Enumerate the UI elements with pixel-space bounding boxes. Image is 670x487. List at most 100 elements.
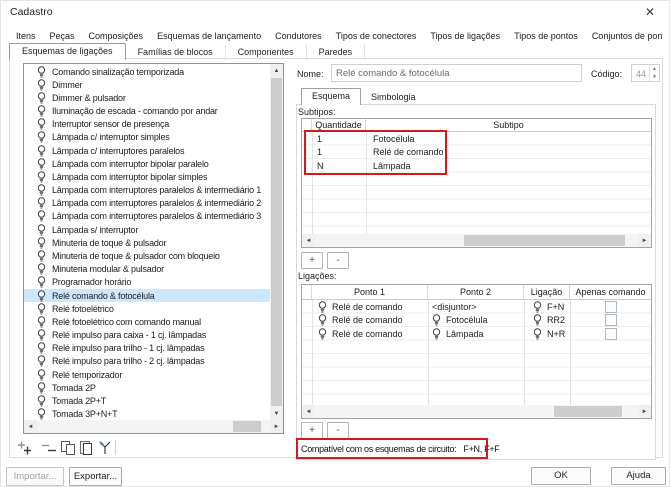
add-icon[interactable] [17, 440, 34, 456]
lightbulb-icon [37, 303, 46, 315]
spin-down-icon[interactable]: ▼ [650, 73, 659, 81]
spin-up-icon[interactable]: ▲ [650, 65, 659, 73]
tree-hscroll-track[interactable] [37, 420, 270, 433]
help-button[interactable]: Ajuda [611, 467, 666, 485]
apenas-comando-checkbox[interactable] [605, 314, 617, 326]
tree-item[interactable]: Programador horário [24, 276, 270, 289]
ligacoes-remove-button[interactable]: - [327, 422, 349, 439]
scroll-right-icon[interactable]: ► [638, 405, 651, 418]
ligacao-cell: N+R [524, 328, 570, 340]
tree-item[interactable]: Tomada 3P+N+T [24, 407, 270, 420]
subtipos-hscroll-thumb[interactable] [464, 235, 626, 246]
subtipos-hscroll-track[interactable] [315, 234, 638, 247]
tree-item[interactable]: Relé impulso para trilho - 2 cj. lâmpada… [24, 355, 270, 368]
tree-item[interactable]: Relé comando & fotocélula [24, 289, 270, 302]
quantidade-cell: 1 [312, 134, 366, 144]
tree-item[interactable]: Minuteria modular & pulsador [24, 263, 270, 276]
ligacoes-hscroll-thumb[interactable] [554, 406, 622, 417]
ligacoes-add-button[interactable]: + [301, 422, 323, 439]
apenas-comando-cell [570, 301, 651, 313]
tree-item[interactable]: Lâmpada c/ interruptor simples [24, 131, 270, 144]
main-tab[interactable]: Conjuntos de pontos [585, 29, 663, 43]
tree-item[interactable]: Minuteria de toque & pulsador [24, 236, 270, 249]
detail-tab[interactable]: Simbologia [361, 90, 426, 105]
tree-vscroll-thumb[interactable] [271, 78, 282, 406]
main-tab[interactable]: Esquemas de lançamento [150, 29, 268, 43]
tree-item[interactable]: Relé fotoelétrico com comando manual [24, 315, 270, 328]
lightbulb-icon [533, 314, 542, 326]
main-tab[interactable]: Tipos de conectores [329, 29, 424, 43]
ligacoes-row[interactable]: Relé de comando Lâmpada N+R [302, 327, 651, 341]
tree-item[interactable]: Tomada 2P [24, 381, 270, 394]
quantidade-cell: 1 [312, 147, 366, 157]
tree-item[interactable]: Tomada 2P+T [24, 394, 270, 407]
close-icon[interactable]: ✕ [645, 5, 655, 19]
scroll-down-icon[interactable]: ▼ [270, 407, 283, 420]
ligacoes-row[interactable]: Relé de comando Fotocélula RR2 [302, 314, 651, 328]
tree-item[interactable]: Dimmer [24, 78, 270, 91]
main-tab[interactable]: Composições [82, 29, 151, 43]
remove-icon[interactable] [41, 440, 58, 456]
tree-item[interactable]: Comando sinalização temporizada [24, 65, 270, 78]
scroll-right-icon[interactable]: ► [270, 420, 283, 433]
tree-item[interactable]: Lâmpada c/ interruptores paralelos [24, 144, 270, 157]
tree-item[interactable]: Relé impulso para caixa - 1 cj. lâmpadas [24, 328, 270, 341]
secondary-tab[interactable]: Paredes [307, 45, 366, 60]
tree-item[interactable]: Lâmpada com interruptor bipolar simples [24, 170, 270, 183]
tree-item[interactable]: Lâmpada com interruptores paralelos & in… [24, 210, 270, 223]
tree-item[interactable]: Lâmpada com interruptores paralelos & in… [24, 184, 270, 197]
scroll-left-icon[interactable]: ◄ [24, 420, 37, 433]
tree-item[interactable]: Lâmpada com interruptor bipolar paralelo [24, 157, 270, 170]
tree-item-label: Lâmpada c/ interruptores paralelos [52, 146, 184, 156]
tree-item[interactable]: Minuteria de toque & pulsador com bloque… [24, 249, 270, 262]
scroll-up-icon[interactable]: ▲ [270, 64, 283, 77]
tree-item[interactable]: Iluminação de escada - comando por andar [24, 105, 270, 118]
main-tab[interactable]: Tipos de pontos [507, 29, 585, 43]
tree-item[interactable]: Relé fotoelétrico [24, 302, 270, 315]
main-tab[interactable]: Condutores [268, 29, 329, 43]
secondary-tab[interactable]: Componentes [226, 45, 307, 60]
tree-item[interactable]: Lâmpada com interruptores paralelos & in… [24, 197, 270, 210]
copy-icon[interactable] [60, 440, 77, 456]
apenas-comando-checkbox[interactable] [605, 328, 617, 340]
ligacoes-hscroll-track[interactable] [315, 405, 638, 418]
subtipos-row[interactable]: N Lâmpada [302, 159, 651, 173]
import-button[interactable]: Importar... [6, 467, 64, 486]
scroll-left-icon[interactable]: ◄ [302, 405, 315, 418]
name-input[interactable] [331, 64, 582, 82]
export-button[interactable]: Exportar... [69, 467, 122, 486]
merge-icon[interactable] [97, 440, 114, 456]
code-spinner[interactable]: 44 ▲ ▼ [631, 64, 660, 82]
lightbulb-icon [37, 276, 46, 288]
ponto1-text: Relé de comando [332, 329, 403, 339]
spinner-arrows[interactable]: ▲ ▼ [649, 65, 659, 81]
tree-item[interactable]: Relé impulso para trilho - 1 cj. lâmpada… [24, 342, 270, 355]
subtipos-add-button[interactable]: + [301, 252, 323, 269]
lightbulb-icon [37, 210, 46, 222]
tree-vertical-scrollbar[interactable]: ▲ ▼ [270, 64, 283, 420]
scroll-left-icon[interactable]: ◄ [302, 234, 315, 247]
apenas-comando-checkbox[interactable] [605, 301, 617, 313]
subtipos-row[interactable]: 1 Relé de comando [302, 146, 651, 160]
secondary-tab[interactable]: Esquemas de ligações [9, 43, 126, 60]
tree-item[interactable]: Interruptor sensor de presença [24, 118, 270, 131]
tree-item[interactable]: Lâmpada s/ interruptor [24, 223, 270, 236]
detail-tab[interactable]: Esquema [301, 88, 361, 105]
scroll-right-icon[interactable]: ► [638, 234, 651, 247]
secondary-tab[interactable]: Famílias de blocos [126, 45, 226, 60]
subtipos-row[interactable]: 1 Fotocélula [302, 132, 651, 146]
subtipos-remove-button[interactable]: - [327, 252, 349, 269]
main-tab[interactable]: Tipos de ligações [423, 29, 507, 43]
ok-button[interactable]: OK [531, 467, 591, 485]
ligacoes-horizontal-scrollbar[interactable]: ◄ ► [302, 405, 651, 418]
tree-horizontal-scrollbar[interactable]: ◄ ► [24, 420, 283, 433]
main-tab[interactable]: Peças [43, 29, 82, 43]
paste-icon[interactable] [78, 440, 95, 456]
subtipos-horizontal-scrollbar[interactable]: ◄ ► [302, 234, 651, 247]
tree-hscroll-thumb[interactable] [233, 421, 261, 432]
main-tab[interactable]: Itens [9, 29, 43, 43]
ligacoes-row[interactable]: Relé de comando <disjuntor> F+N [302, 300, 651, 314]
lightbulb-icon [318, 328, 327, 340]
tree-item[interactable]: Relé temporizador [24, 368, 270, 381]
tree-item[interactable]: Dimmer & pulsador [24, 91, 270, 104]
